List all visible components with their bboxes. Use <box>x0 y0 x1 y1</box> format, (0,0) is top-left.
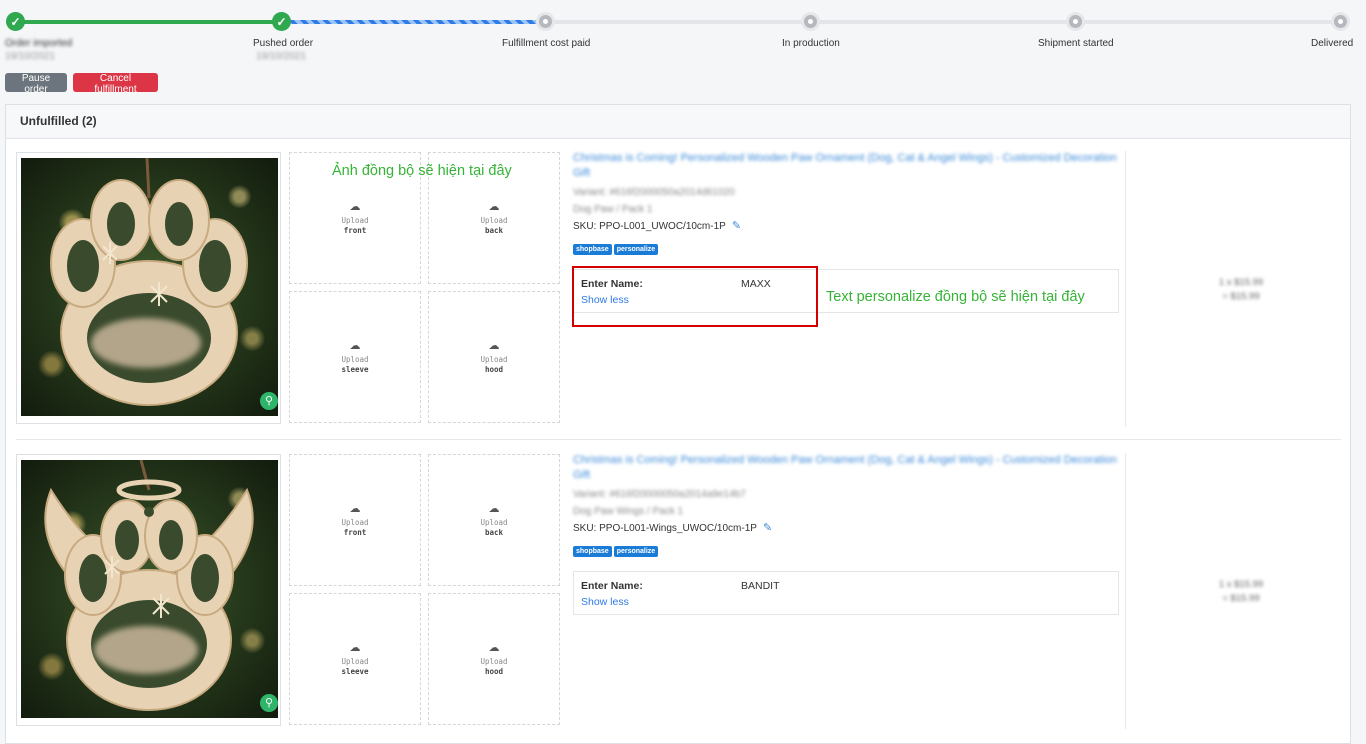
cancel-fulfillment-button[interactable]: Cancel fulfillment <box>73 73 158 95</box>
line-total: = $15.99 <box>1222 291 1260 302</box>
cloud-upload-icon: ☁ <box>349 340 361 352</box>
upload-slot-name: front <box>343 528 367 537</box>
upload-front-slot[interactable]: ☁ Upload front <box>289 454 421 586</box>
upload-label: Upload <box>480 355 508 364</box>
paw-ornament-image <box>50 158 248 406</box>
personalization-box: Enter Name: BANDIT Show less <box>573 571 1119 615</box>
sku-text: SKU: PPO-L001-Wings_UWOC/10cm-1P <box>573 523 757 534</box>
fulfillment-progress: ✓ Order imported 19/10/2021 ✓ Pushed ord… <box>0 0 1366 70</box>
item-divider <box>16 439 1341 440</box>
step-label-order-imported: Order imported <box>5 38 73 49</box>
upload-label: Upload <box>480 216 508 225</box>
product-title-link[interactable]: Christmas is Coming! Personalized Wooden… <box>573 151 1123 181</box>
step-date-pushed-order: 19/10/2021 <box>256 51 307 62</box>
line-item: ⚲ ☁ Upload front ☁ Upload back ☁ Upload … <box>6 441 1352 729</box>
personalization-value: BANDIT <box>741 580 780 592</box>
step-label-delivered: Delivered <box>1311 38 1354 49</box>
progress-track-pending <box>546 20 1341 24</box>
step-label-shipment-started: Shipment started <box>1038 38 1114 49</box>
upload-label: Upload <box>341 216 369 225</box>
upload-slot-name: back <box>484 226 504 235</box>
upload-label: Upload <box>480 518 508 527</box>
personalize-highlight-box <box>572 266 818 327</box>
tag-badge: personalize <box>613 546 659 557</box>
product-details: Christmas is Coming! Personalized Wooden… <box>573 151 1123 256</box>
cloud-upload-icon: ☁ <box>349 503 361 515</box>
upload-slot-name: hood <box>484 667 504 676</box>
price-block: 1 x $15.99 = $15.99 <box>1126 578 1356 606</box>
pause-order-button[interactable]: Pause order <box>5 73 67 95</box>
cloud-upload-icon: ☁ <box>488 503 500 515</box>
step-label-pushed-order: Pushed order <box>253 38 314 49</box>
upload-slot-name: sleeve <box>341 365 369 374</box>
upload-slot-name: hood <box>484 365 504 374</box>
upload-label: Upload <box>480 657 508 666</box>
tag-badge: shopbase <box>573 244 612 255</box>
upload-hood-slot[interactable]: ☁ Upload hood <box>428 593 560 725</box>
upload-label: Upload <box>341 355 369 364</box>
tag-list: shopbase personalize <box>573 238 1123 256</box>
product-thumbnail[interactable]: ⚲ <box>16 454 281 726</box>
step-order-imported-check-icon: ✓ <box>6 12 25 31</box>
text-sync-annotation: Text personalize đồng bộ sẽ hiện tại đây <box>826 289 1085 305</box>
upload-sleeve-slot[interactable]: ☁ Upload sleeve <box>289 291 421 423</box>
tag-badge: personalize <box>613 244 659 255</box>
product-thumbnail[interactable]: ⚲ <box>16 152 281 424</box>
upload-sleeve-slot[interactable]: ☁ Upload sleeve <box>289 593 421 725</box>
product-photo: ⚲ <box>21 158 278 416</box>
line-total: = $15.99 <box>1222 593 1260 604</box>
unfulfilled-card: Unfulfilled (2) ⚲ ☁ Upload front ☁ Uploa… <box>5 104 1351 744</box>
upload-slot-name: sleeve <box>341 667 369 676</box>
zoom-icon[interactable]: ⚲ <box>260 694 278 712</box>
step-delivered-dot <box>1331 12 1350 31</box>
image-sync-annotation: Ảnh đồng bộ sẽ hiện tại đây <box>332 163 512 179</box>
price-block: 1 x $15.99 = $15.99 <box>1126 276 1356 304</box>
tag-list: shopbase personalize <box>573 540 1123 558</box>
upload-back-slot[interactable]: ☁ Upload back <box>428 454 560 586</box>
step-fulfillment-cost-dot <box>536 12 555 31</box>
step-pushed-order-check-icon: ✓ <box>272 12 291 31</box>
sku-line: SKU: PPO-L001-Wings_UWOC/10cm-1P ✎ <box>573 521 1123 534</box>
variant-id: Variant: #616f2000050a2014d61020 <box>573 187 735 198</box>
step-shipment-started-dot <box>1066 12 1085 31</box>
cloud-upload-icon: ☁ <box>488 201 500 213</box>
upload-label: Upload <box>341 657 369 666</box>
step-in-production-dot <box>801 12 820 31</box>
sku-line: SKU: PPO-L001_UWOC/10cm-1P ✎ <box>573 219 1123 232</box>
upload-slot-name: front <box>343 226 367 235</box>
quantity-price: 1 x $15.99 <box>1218 579 1264 590</box>
progress-track-active <box>281 20 546 24</box>
progress-track-done <box>15 20 281 24</box>
step-date-order-imported: 19/10/2021 <box>5 51 56 62</box>
paw-wings-ornament-image <box>44 460 254 711</box>
upload-hood-slot[interactable]: ☁ Upload hood <box>428 291 560 423</box>
show-less-link[interactable]: Show less <box>581 596 629 608</box>
variant-option: Dog Paw / Pack 1 <box>573 204 653 215</box>
cloud-upload-icon: ☁ <box>349 642 361 654</box>
product-details: Christmas is Coming! Personalized Wooden… <box>573 453 1123 558</box>
zoom-icon[interactable]: ⚲ <box>260 392 278 410</box>
edit-icon[interactable]: ✎ <box>732 220 741 232</box>
personalization-label: Enter Name: <box>581 580 643 592</box>
product-title-link[interactable]: Christmas is Coming! Personalized Wooden… <box>573 453 1123 483</box>
upload-label: Upload <box>341 518 369 527</box>
sku-text: SKU: PPO-L001_UWOC/10cm-1P <box>573 221 726 232</box>
quantity-price: 1 x $15.99 <box>1218 277 1264 288</box>
cloud-upload-icon: ☁ <box>488 642 500 654</box>
cloud-upload-icon: ☁ <box>349 201 361 213</box>
step-label-in-production: In production <box>782 38 840 49</box>
step-label-fulfillment-cost: Fulfillment cost paid <box>502 38 591 49</box>
unfulfilled-header: Unfulfilled (2) <box>6 105 1350 139</box>
product-photo: ⚲ <box>21 460 278 718</box>
cloud-upload-icon: ☁ <box>488 340 500 352</box>
variant-option: Dog Paw Wings / Pack 1 <box>573 506 684 517</box>
variant-id: Variant: #616f20000050a2014a9e14b7 <box>573 489 746 500</box>
edit-icon[interactable]: ✎ <box>763 522 772 534</box>
tag-badge: shopbase <box>573 546 612 557</box>
upload-slot-name: back <box>484 528 504 537</box>
